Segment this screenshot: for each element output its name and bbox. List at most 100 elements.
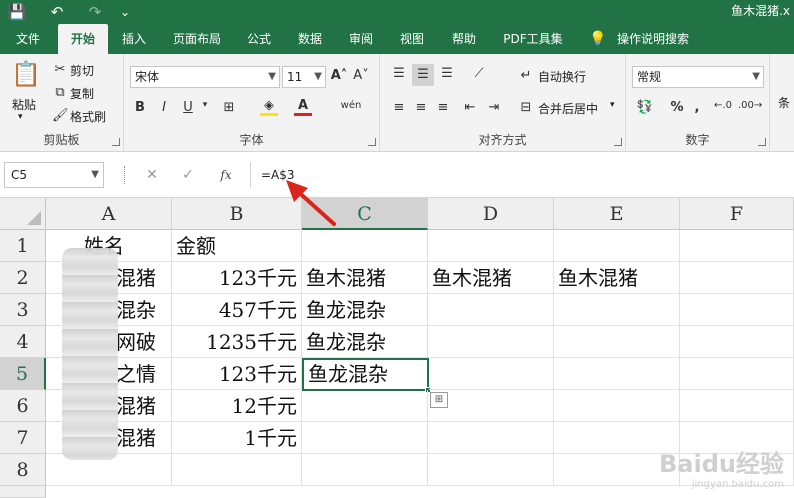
column-header-e[interactable]: E [554, 198, 680, 230]
cell-e1[interactable] [554, 230, 680, 262]
decrease-indent-icon[interactable]: ⇤ [460, 100, 480, 115]
cell-f3[interactable] [680, 294, 794, 326]
format-painter-button[interactable]: 格式刷 [70, 108, 106, 125]
cell-d4[interactable] [428, 326, 554, 358]
cell-f2[interactable] [680, 262, 794, 294]
cell-f5[interactable] [680, 358, 794, 390]
cell-c6[interactable] [302, 390, 428, 422]
cancel-icon[interactable]: ✕ [140, 162, 164, 188]
row-header-3[interactable]: 3 [0, 294, 46, 326]
cell-c2[interactable]: 鱼木混猪 [302, 262, 428, 294]
percent-button[interactable]: % [670, 100, 684, 115]
cell-b4[interactable]: 1235千元 [172, 326, 302, 358]
row-header-5[interactable]: 5 [0, 358, 46, 390]
cell-f1[interactable] [680, 230, 794, 262]
cell-c4[interactable]: 鱼龙混杂 [302, 326, 428, 358]
lightbulb-icon[interactable]: 💡 [588, 24, 608, 54]
tab-help[interactable]: 帮助 [444, 24, 484, 54]
cell-e2[interactable]: 鱼木混猪 [554, 262, 680, 294]
cell-b8[interactable] [172, 454, 302, 486]
column-header-f[interactable]: F [680, 198, 794, 230]
underline-button[interactable]: U [180, 100, 196, 115]
conditional-format-button[interactable]: 条 [778, 94, 790, 111]
align-left-icon[interactable]: ≡ [390, 100, 408, 115]
italic-button[interactable]: I [156, 100, 172, 115]
cell-b7[interactable]: 1千元 [172, 422, 302, 454]
borders-icon[interactable]: ⊞ [220, 100, 238, 115]
cell-d5[interactable] [429, 358, 554, 390]
save-icon[interactable]: 💾 [6, 0, 28, 24]
increase-decimal-icon[interactable]: ←.0 [712, 100, 734, 111]
align-middle-icon[interactable]: ☰ [412, 64, 434, 86]
align-right-icon[interactable]: ≡ [434, 100, 452, 115]
tab-pdf-tools[interactable]: PDF工具集 [496, 24, 570, 54]
cell-e5[interactable] [554, 358, 680, 390]
tab-home[interactable]: 开始 [58, 24, 108, 54]
cell-b2[interactable]: 123千元 [172, 262, 302, 294]
column-header-a[interactable]: A [46, 198, 172, 230]
insert-function-icon[interactable]: fx [214, 162, 238, 188]
cell-d8[interactable] [428, 454, 554, 486]
name-box[interactable]: C5 ▼ [4, 162, 104, 188]
tab-review[interactable]: 审阅 [342, 24, 380, 54]
comma-button[interactable]: , [692, 100, 702, 115]
bold-button[interactable]: B [132, 100, 148, 115]
fill-color-icon[interactable]: ◈ [260, 98, 278, 116]
shrink-font-icon[interactable]: A˅ [352, 68, 370, 83]
cell-d7[interactable] [428, 422, 554, 454]
merge-center-button[interactable]: 合并后居中 [538, 100, 598, 117]
font-color-icon[interactable]: A [294, 98, 312, 116]
font-size-select[interactable]: 11 ▼ [282, 66, 326, 88]
cell-c5[interactable]: 鱼龙混杂 [302, 358, 429, 391]
grow-font-icon[interactable]: A˄ [330, 68, 348, 83]
row-header-1[interactable]: 1 [0, 230, 46, 262]
cell-b3[interactable]: 457千元 [172, 294, 302, 326]
paste-dropdown-icon[interactable]: ▾ [18, 112, 23, 122]
row-header-6[interactable]: 6 [0, 390, 46, 422]
cell-b6[interactable]: 12千元 [172, 390, 302, 422]
cell-c7[interactable] [302, 422, 428, 454]
merge-dropdown-icon[interactable]: ▾ [610, 100, 615, 110]
cut-button[interactable]: 剪切 [70, 62, 94, 79]
font-name-select[interactable]: 宋体 ▼ [130, 66, 280, 88]
cell-f6[interactable] [680, 390, 794, 422]
column-header-d[interactable]: D [428, 198, 554, 230]
cell-c1[interactable] [302, 230, 428, 262]
customize-qat-icon[interactable]: ⌄ [114, 0, 136, 24]
row-header-8[interactable]: 8 [0, 454, 46, 486]
decrease-decimal-icon[interactable]: .00→ [738, 100, 762, 111]
font-launcher-icon[interactable] [368, 138, 376, 146]
orientation-icon[interactable]: ⟋ [468, 66, 490, 81]
clipboard-launcher-icon[interactable] [112, 138, 120, 146]
redo-icon[interactable]: ↷ [84, 0, 106, 24]
phonetic-guide-icon[interactable]: wén [338, 100, 364, 111]
tab-insert[interactable]: 插入 [114, 24, 154, 54]
tab-view[interactable]: 视图 [392, 24, 432, 54]
row-header-7[interactable]: 7 [0, 422, 46, 454]
cell-d2[interactable]: 鱼木混猪 [428, 262, 554, 294]
tell-me-search[interactable]: 操作说明搜索 [612, 24, 694, 54]
copy-button[interactable]: 复制 [70, 85, 94, 102]
cell-c3[interactable]: 鱼龙混杂 [302, 294, 428, 326]
align-center-icon[interactable]: ≡ [412, 100, 430, 115]
wrap-text-button[interactable]: 自动换行 [538, 68, 586, 85]
cell-e3[interactable] [554, 294, 680, 326]
tab-page-layout[interactable]: 页面布局 [166, 24, 228, 54]
underline-dropdown-icon[interactable]: ▾ [200, 100, 210, 110]
cell-d1[interactable] [428, 230, 554, 262]
cell-c8[interactable] [302, 454, 428, 486]
row-header-4[interactable]: 4 [0, 326, 46, 358]
accounting-format-icon[interactable]: 💱 [634, 100, 656, 115]
undo-icon[interactable]: ↶ [46, 0, 68, 24]
tab-formulas[interactable]: 公式 [240, 24, 278, 54]
paste-icon[interactable]: 📋 [10, 60, 42, 90]
cell-f4[interactable] [680, 326, 794, 358]
align-top-icon[interactable]: ☰ [390, 66, 408, 81]
select-all-button[interactable] [0, 198, 46, 230]
row-header-2[interactable]: 2 [0, 262, 46, 294]
cell-e6[interactable] [554, 390, 680, 422]
alignment-launcher-icon[interactable] [614, 138, 622, 146]
number-launcher-icon[interactable] [758, 138, 766, 146]
tab-data[interactable]: 数据 [290, 24, 330, 54]
cell-e4[interactable] [554, 326, 680, 358]
